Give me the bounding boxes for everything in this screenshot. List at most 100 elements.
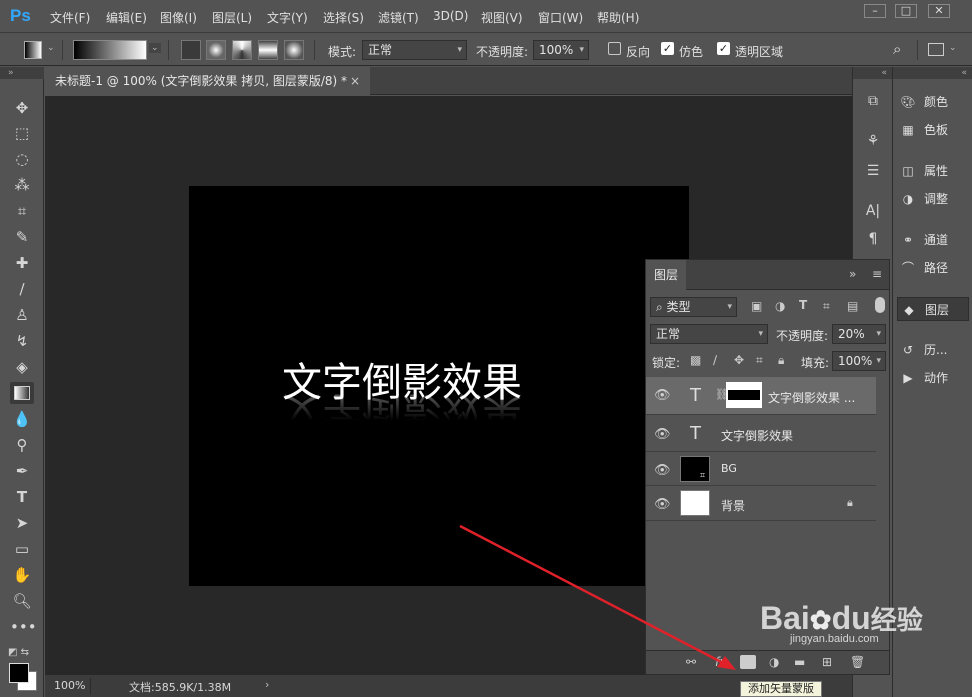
filter-type-icon[interactable]: T [799,298,807,312]
eye-icon[interactable]: 👁︎ [654,427,671,442]
menu-3d[interactable]: 3D(D) [433,9,468,23]
more-tools-icon[interactable]: ••• [10,616,37,638]
panel-collapse-icon[interactable]: » [849,267,856,281]
new-layer-icon[interactable]: ⊞ [822,655,832,669]
menu-edit[interactable]: 编辑(E) [106,9,147,26]
chevron-down-icon[interactable]: ⌄ [47,43,55,53]
menu-type[interactable]: 文字(Y) [267,9,308,26]
angle-gradient-button[interactable] [232,40,252,60]
lock-transparent-icon[interactable]: ▩ [690,353,701,367]
menu-select[interactable]: 选择(S) [323,9,364,26]
lock-pixels-icon[interactable]: ∕ [713,353,717,367]
layers-panel-button[interactable]: ◆ 图层 [897,297,969,321]
reflected-gradient-button[interactable] [258,40,278,60]
paragraph-icon[interactable]: ¶ [861,227,885,251]
eye-icon[interactable]: 👁︎ [654,497,671,512]
filter-toggle[interactable] [875,297,885,313]
transparency-checkbox[interactable]: ✓ [717,42,730,55]
reverse-checkbox[interactable] [608,42,621,55]
group-icon[interactable]: ▬ [794,655,805,669]
chevron-down-icon[interactable]: ⌄ [949,43,957,53]
fill-input[interactable]: 100% ▾ [832,351,886,371]
layer-mask-thumbnail[interactable] [726,382,762,408]
close-window-button[interactable]: ✕ [928,4,950,18]
clone-stamp-tool-icon[interactable]: ♙ [10,304,34,326]
eyedropper-tool-icon[interactable]: ✎ [10,226,34,248]
layer-filter-select[interactable]: ⌕ 类型 ▾ [650,297,737,317]
history-brush-tool-icon[interactable]: ↯ [10,330,34,352]
channels-panel-button[interactable]: ⚭ 通道 [897,228,969,252]
mode-select[interactable]: 正常 ▾ [362,40,467,60]
marquee-tool-icon[interactable]: ⬚ [10,122,34,144]
collapse-icon[interactable]: » [0,67,44,79]
zoom-level[interactable]: 100% [54,679,85,692]
type-tool-icon[interactable]: T [10,486,34,508]
layer-row-text[interactable]: 👁︎ T 文字倒影效果 [646,416,876,452]
search-icon[interactable]: ⌕ [893,40,901,58]
document-tab[interactable]: 未标题-1 @ 100% (文字倒影效果 拷贝, 图层蒙版/8) * × [45,67,370,95]
layer-row-background[interactable]: 👁︎ 背景 🔒︎ [646,487,876,521]
brush-tool-icon[interactable]: ∕ [10,278,34,300]
brush-settings-icon[interactable]: ☰ [861,159,885,183]
default-colors-icon[interactable]: ◩ ⇆ [8,647,29,658]
move-tool-icon[interactable]: ✥ [10,97,34,119]
link-layers-icon[interactable]: ⚯ [686,655,696,669]
lock-position-icon[interactable]: ✥ [734,353,744,367]
workspace-icon[interactable] [928,43,944,56]
history-panel-button[interactable]: ↺ 历... [897,338,969,362]
panel-menu-icon[interactable]: ≡ [872,267,882,281]
fx-icon[interactable]: fx [715,655,726,669]
path-selection-tool-icon[interactable]: ➤ [10,512,34,534]
collapse-icon[interactable]: « [893,67,972,79]
rectangle-tool-icon[interactable]: ▭ [10,538,34,560]
filter-adjustment-icon[interactable]: ◑ [775,299,785,313]
crop-tool-icon[interactable]: ⌗ [10,200,34,222]
gradient-dropdown-icon[interactable]: ⌄ [149,43,161,53]
menu-help[interactable]: 帮助(H) [597,9,639,26]
blur-tool-icon[interactable]: 💧 [10,408,34,430]
swatches-panel-button[interactable]: ▦ 色板 [897,118,969,142]
lasso-tool-icon[interactable]: ◌ [10,148,34,170]
maximize-button[interactable]: □ [895,4,917,18]
eraser-tool-icon[interactable]: ◈ [10,356,34,378]
collapse-icon[interactable]: « [853,67,893,79]
dither-checkbox[interactable]: ✓ [661,42,674,55]
layer-row-bg[interactable]: 👁︎ ⌗ BG [646,453,876,486]
filter-pixel-icon[interactable]: ▣ [751,299,762,313]
character-icon[interactable]: A| [861,199,885,223]
gradient-tool-icon[interactable] [10,382,34,404]
document-canvas[interactable]: 文字倒影效果 文字倒影效果 [189,186,689,586]
eye-icon[interactable]: 👁︎ [654,463,671,478]
actions-panel-button[interactable]: ▶ 动作 [897,366,969,390]
menu-file[interactable]: 文件(F) [50,9,90,26]
menu-layer[interactable]: 图层(L) [212,9,252,26]
lock-all-icon[interactable]: 🔒︎ [778,353,784,368]
menu-view[interactable]: 视图(V) [481,9,523,26]
layer-opacity-input[interactable]: 20% ▾ [832,324,886,344]
pen-tool-icon[interactable]: ✒ [10,460,34,482]
color-panel-button[interactable]: 🎨︎ 颜色 [897,90,969,114]
quick-select-tool-icon[interactable]: ⁂ [10,174,34,196]
adjustments-panel-button[interactable]: ◑ 调整 [897,187,969,211]
adjustment-layer-icon[interactable]: ◑ [769,655,779,669]
linear-gradient-button[interactable] [181,40,201,60]
minimize-button[interactable]: – [864,4,886,18]
eye-icon[interactable]: 👁︎ [654,388,671,403]
foreground-color-swatch[interactable] [9,663,29,683]
hand-tool-icon[interactable]: ✋ [10,564,34,586]
tool-preset-icon[interactable] [24,41,42,59]
status-menu-arrow[interactable]: › [265,678,269,691]
trash-icon[interactable]: 🗑︎ [850,655,865,669]
filter-shape-icon[interactable]: ⌗ [823,299,830,314]
menu-image[interactable]: 图像(I) [160,9,197,26]
menu-window[interactable]: 窗口(W) [538,9,583,26]
properties-panel-button[interactable]: ◫ 属性 [897,159,969,183]
lock-artboard-icon[interactable]: ⌗ [756,353,763,368]
filter-smart-object-icon[interactable]: ▤ [847,299,858,313]
radial-gradient-button[interactable] [206,40,226,60]
healing-brush-tool-icon[interactable]: ✚ [10,252,34,274]
brushes-icon[interactable]: ⚘ [861,129,885,153]
gradient-picker[interactable] [73,40,147,60]
opacity-input[interactable]: 100% ▾ [533,40,589,60]
add-mask-icon[interactable] [740,655,756,669]
